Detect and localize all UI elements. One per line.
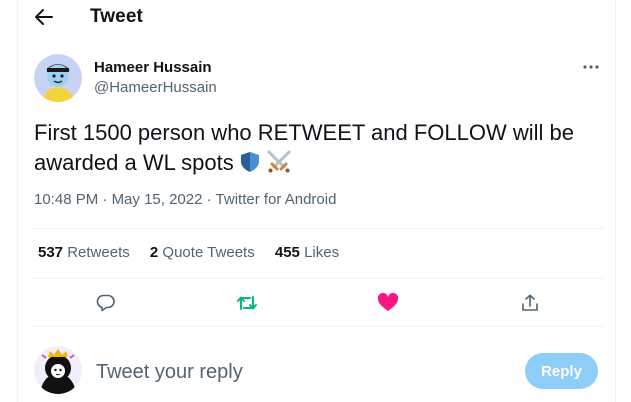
reply-icon[interactable] — [94, 291, 118, 315]
like-icon[interactable] — [376, 291, 400, 315]
tweet-text: First 1500 person who RETWEET and FOLLOW… — [34, 118, 604, 182]
retweets-stat[interactable]: 537 Retweets — [38, 244, 130, 261]
quote-tweets-label: Quote Tweets — [162, 244, 255, 261]
likes-count: 455 — [274, 244, 300, 261]
right-column-border — [615, 0, 616, 402]
tweet-actions — [32, 285, 604, 319]
retweet-icon[interactable] — [235, 291, 259, 315]
tweet-time[interactable]: 10:48 PM — [34, 191, 98, 208]
tweet-source[interactable]: Twitter for Android — [216, 191, 337, 208]
more-options-icon[interactable] — [580, 58, 602, 76]
reply-button[interactable]: Reply — [525, 353, 598, 389]
meta-separator: · — [202, 191, 216, 208]
page-title: Tweet — [90, 6, 143, 27]
reply-input[interactable] — [96, 358, 506, 386]
retweets-label: Retweets — [67, 244, 130, 261]
author-avatar[interactable] — [34, 54, 82, 102]
user-avatar[interactable] — [34, 346, 82, 394]
shield-icon — [238, 150, 262, 182]
author-name[interactable]: Hameer Hussain — [94, 59, 212, 76]
divider — [32, 278, 604, 279]
retweets-count: 537 — [38, 244, 64, 261]
share-icon[interactable] — [518, 291, 542, 315]
likes-label: Likes — [304, 244, 340, 261]
meta-separator: · — [98, 191, 112, 208]
tweet-stats: 537 Retweets 2 Quote Tweets 455 Likes — [38, 244, 355, 261]
divider — [32, 228, 604, 229]
author-handle[interactable]: @HameerHussain — [94, 79, 217, 96]
tweet-meta: 10:48 PM · May 15, 2022 · Twitter for An… — [34, 191, 336, 208]
likes-stat[interactable]: 455 Likes — [275, 244, 339, 261]
tweet-date[interactable]: May 15, 2022 — [112, 191, 203, 208]
quote-tweets-stat[interactable]: 2 Quote Tweets — [150, 244, 255, 261]
left-column-border — [17, 0, 18, 402]
quote-tweets-count: 2 — [149, 244, 159, 261]
crossed-swords-icon — [266, 150, 292, 182]
divider — [32, 326, 604, 327]
back-arrow-icon[interactable] — [32, 6, 56, 28]
page-header: Tweet — [0, 0, 631, 34]
tweet-body: First 1500 person who RETWEET and FOLLOW… — [34, 120, 575, 175]
